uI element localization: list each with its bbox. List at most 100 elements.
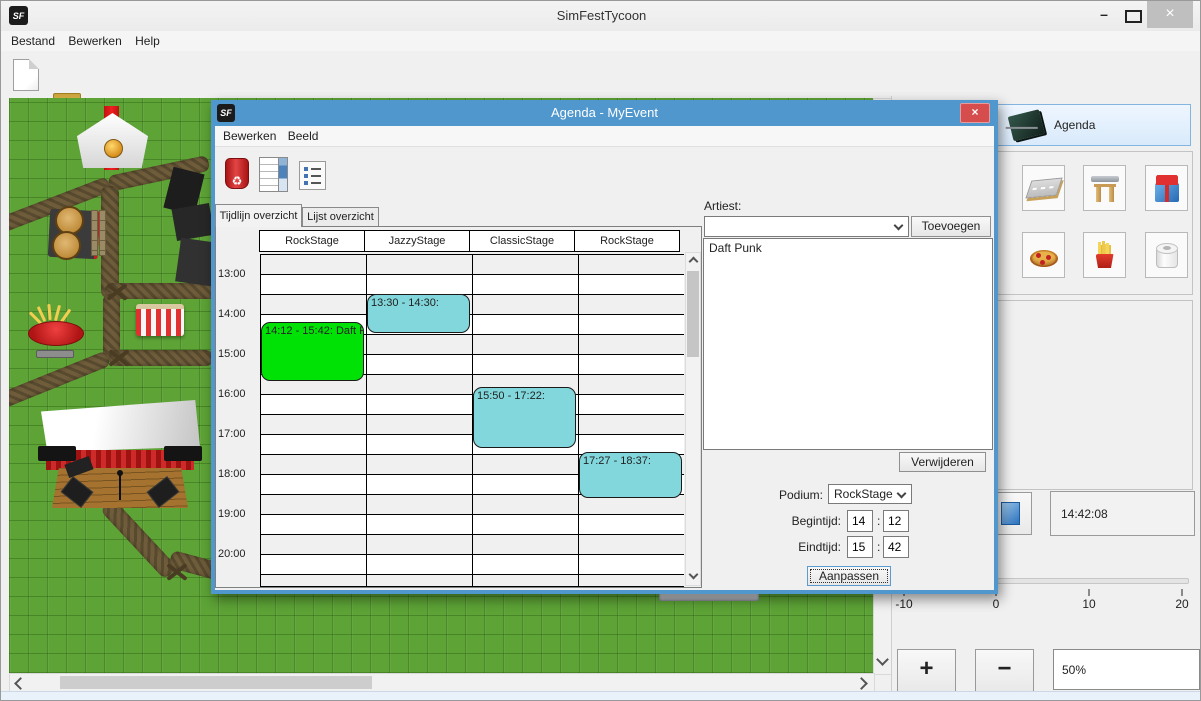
time-separator: : [877,514,880,528]
podium-combobox[interactable]: RockStage [828,484,912,504]
stage-column-header: JazzyStage [364,230,470,252]
item-button-fries[interactable] [1083,232,1126,278]
slider-label: 20 [1166,597,1198,611]
delete-event-icon[interactable]: ♻ [225,158,249,189]
recycle-glyph: ♻ [232,174,243,188]
stage-speaker [164,446,202,461]
slider-label: 0 [980,597,1012,611]
menu-bewerken[interactable]: Bewerken [68,31,121,51]
begin-hour-input[interactable] [847,510,873,532]
gift-icon [1155,183,1179,202]
main-stage-object[interactable] [38,398,203,512]
microphone-stand [119,474,121,500]
fries-sticks [1098,242,1101,255]
tent-object[interactable] [73,113,152,168]
time-label: 19:00 [218,508,256,520]
tp-hole [1163,246,1171,250]
schedule-event[interactable]: 14:12 - 15:42: Daft Punk [261,322,364,381]
schedule-grid[interactable]: 13:30 - 14:30:14:12 - 15:42: Daft Punk 15… [260,254,684,587]
minimize-button[interactable]: – [1091,7,1117,25]
path-junction-marker [107,346,131,370]
scroll-down-icon[interactable] [689,570,699,580]
item-button-gift[interactable] [1145,165,1188,211]
menu-bar: Bestand Bewerken Help [1,31,1201,52]
scrollbar-thumb[interactable] [60,676,372,689]
item-button-stage-gate[interactable] [1083,165,1126,211]
chevron-down-icon [897,489,907,499]
schedule-scrollbar[interactable] [685,252,701,586]
item-button-pizza[interactable] [1022,232,1065,278]
burger [52,231,81,260]
menu-help[interactable]: Help [135,31,160,51]
window-title: SimFestTycoon [1,1,1201,31]
time-label: 18:00 [218,468,256,480]
scrollbar-thumb[interactable] [687,271,699,357]
gate-leg [1096,184,1101,202]
tab-lijst-overzicht[interactable]: Lijst overzicht [302,207,379,227]
agenda-dialog[interactable]: SF Agenda - MyEvent × Bewerken Beeld ♻ T… [211,100,998,594]
scroll-up-icon[interactable] [689,257,699,267]
end-minute-input[interactable] [883,536,909,558]
maximize-button[interactable] [1125,10,1142,23]
begin-minute-input[interactable] [883,510,909,532]
dialog-menu-bar: Bewerken Beeld [215,126,994,147]
schedule-event[interactable]: 13:30 - 14:30: [367,294,470,333]
new-file-icon[interactable] [13,59,39,91]
equipment-case [172,203,215,241]
title-bar[interactable]: SF SimFestTycoon – × [1,1,1201,32]
application-window: SF SimFestTycoon – × Bestand Bewerken He… [0,0,1201,701]
striped-stand-object[interactable] [136,304,184,336]
dialog-menu-bewerken[interactable]: Bewerken [223,126,276,146]
fry [47,304,51,320]
apply-button[interactable]: Aanpassen [807,566,891,586]
scroll-left-icon[interactable] [14,677,27,690]
stage-roof [41,400,200,452]
planks-object[interactable] [91,210,107,256]
zoom-value-display: 50% [1053,649,1200,690]
begin-time-label: Begintijd: [763,514,841,528]
time-label: 15:00 [218,348,256,360]
time-label: 17:00 [218,428,256,440]
fry [54,305,61,321]
gate-leg [1109,184,1114,202]
time-separator: : [877,540,880,554]
clock-display: 14:42:08 [1050,491,1195,536]
item-button-toilet-paper[interactable] [1145,232,1188,278]
fries-stand-object[interactable] [28,304,84,358]
artist-listbox[interactable]: Daft Punk [703,238,993,450]
dialog-title-bar[interactable]: SF Agenda - MyEvent × [211,100,998,126]
stage-column-header: ClassicStage [469,230,575,252]
fries-icon [1095,242,1115,268]
play-button-icon [1001,502,1020,525]
schedule-event[interactable]: 15:50 - 17:22: [473,387,576,447]
dialog-close-button[interactable]: × [960,103,990,123]
pizza-icon [1030,250,1058,267]
path-junction-marker [165,560,189,584]
scroll-right-icon[interactable] [855,677,868,690]
close-button[interactable]: × [1147,1,1193,28]
zoom-out-button[interactable]: − [975,649,1034,692]
tab-tijdlijn-overzicht[interactable]: Tijdlijn overzicht [215,204,302,227]
remove-artist-button[interactable]: Verwijderen [899,452,986,472]
end-hour-input[interactable] [847,536,873,558]
item-button-road[interactable] [1022,165,1065,211]
podium-combo-value: RockStage [834,487,893,501]
stage-equipment-object[interactable] [164,170,214,290]
artist-list-item[interactable]: Daft Punk [704,239,992,257]
add-artist-button[interactable]: Toevoegen [911,216,991,237]
tent-logo-icon [104,139,123,158]
agenda-book-icon [1005,107,1045,141]
scroll-down-icon[interactable] [876,653,889,666]
plank [91,210,98,256]
schedule-event[interactable]: 17:27 - 18:37: [579,452,682,498]
artist-label: Artiest: [704,199,741,213]
fries-cup [1096,254,1114,268]
artist-combobox[interactable] [704,216,909,237]
list-view-icon[interactable] [299,161,326,190]
timeline-view-icon[interactable] [259,157,288,192]
plank [99,210,106,256]
zoom-in-button[interactable]: + [897,649,956,692]
dialog-title: Agenda - MyEvent [211,100,998,126]
dialog-menu-beeld[interactable]: Beeld [288,126,319,146]
menu-bestand[interactable]: Bestand [11,31,55,51]
